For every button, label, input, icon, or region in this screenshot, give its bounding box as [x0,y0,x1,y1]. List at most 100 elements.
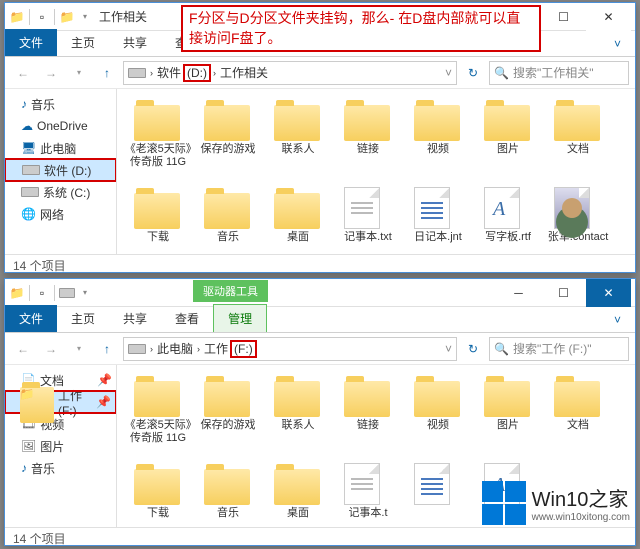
folder-icon [554,375,602,417]
file-item[interactable]: 记事本.txt [333,183,403,254]
pin-icon[interactable]: 📌 [97,373,112,387]
folder-small-icon: 📁 [59,9,75,25]
ribbon-expand-button[interactable]: ˅ [600,32,635,56]
file-item[interactable]: 链接 [333,95,403,183]
file-item[interactable]: 音乐 [193,183,263,254]
properties-icon[interactable]: ▫ [34,285,50,301]
titlebar[interactable]: 📁 ▫ ▾ 工作 (F:) ─ ☐ ✕ [5,279,635,307]
file-item[interactable]: 桌面 [263,459,333,527]
folder-icon: 📁 [9,285,25,301]
sidebar-item-label: 软件 (D:) [44,162,91,179]
file-item[interactable]: 联系人 [263,95,333,183]
file-item[interactable]: 日记本.jnt [403,183,473,254]
close-button[interactable]: ✕ [586,3,631,31]
maximize-button[interactable]: ☐ [541,3,586,31]
folder-icon [484,375,532,417]
tab-share[interactable]: 共享 [109,305,161,332]
sidebar-item[interactable]: 软件 (D:) [5,159,116,181]
properties-icon[interactable]: ▫ [34,9,50,25]
tab-manage[interactable]: 管理 [213,304,267,332]
sidebar-item[interactable]: ♪音乐 [5,457,116,479]
file-item[interactable]: 视频 [403,95,473,183]
tab-home[interactable]: 主页 [57,29,109,56]
search-input[interactable]: 🔍搜索"工作相关" [489,61,629,85]
status-bar: 14 个项目 [5,527,635,549]
file-item[interactable]: 下载 [123,459,193,527]
address-bar[interactable]: › 此电脑 › 工作 (F:) ˅ [123,337,457,361]
file-item[interactable]: 联系人 [263,371,333,459]
back-button[interactable]: ← [11,61,35,85]
file-item-label: 保存的游戏 [201,143,256,156]
back-button[interactable]: ← [11,337,35,361]
file-item[interactable]: 链接 [333,371,403,459]
sidebar-item-label: 工作 (F:) [58,387,92,418]
file-item[interactable]: 文档 [543,371,613,459]
breadcrumb-seg[interactable]: 软件 [157,64,181,81]
address-dropdown-icon[interactable]: ˅ [445,342,452,356]
file-item-label: 张军.contact [548,231,609,244]
breadcrumb-seg-highlighted[interactable]: (D:) [185,66,209,80]
chevron-down-icon[interactable]: ▾ [77,9,93,25]
sidebar-item[interactable]: 系统 (C:) [5,181,116,203]
chevron-right-icon[interactable]: › [197,344,200,354]
close-button[interactable]: ✕ [586,279,631,307]
tab-view[interactable]: 查看 [161,305,213,332]
file-item[interactable]: 视频 [403,371,473,459]
file-item[interactable]: 张军.contact [543,183,613,254]
sidebar-item-label: OneDrive [37,119,88,133]
ribbon-expand-button[interactable]: ˅ [600,308,635,332]
contextual-tab-header: 驱动器工具 [193,280,268,302]
breadcrumb-seg[interactable]: 工作相关 [220,64,268,81]
file-item[interactable]: 桌面 [263,183,333,254]
file-item[interactable]: 《老滚5天际》传奇版 11G [123,95,193,183]
file-item[interactable]: A写字板.rtf [473,183,543,254]
file-item[interactable]: 《老滚5天际》传奇版 11G [123,371,193,459]
up-button[interactable]: ↑ [95,337,119,361]
pin-icon[interactable]: 📌 [96,395,111,409]
breadcrumb-seg[interactable]: 此电脑 [157,340,193,357]
ribbon-tabs: 文件 主页 共享 查看 管理 ˅ [5,307,635,333]
file-item[interactable]: 图片 [473,371,543,459]
breadcrumb-seg[interactable]: 工作 [204,340,228,357]
history-button[interactable]: ▾ [67,337,91,361]
sidebar-item[interactable]: 🖼图片 [5,435,116,457]
content-pane[interactable]: 《老滚5天际》传奇版 11G 保存的游戏联系人链接视频 图片文档下载音乐桌面记事本.… [117,89,635,254]
file-item[interactable]: 下载 [123,183,193,254]
sidebar-item[interactable]: 📁工作 (F:)📌 [5,391,116,413]
file-item[interactable]: 保存的游戏 [193,371,263,459]
sidebar-item[interactable]: ☁OneDrive [5,115,116,137]
file-item-label: 记事本.t [348,507,387,520]
maximize-button[interactable]: ☐ [541,279,586,307]
tab-home[interactable]: 主页 [57,305,109,332]
refresh-button[interactable]: ↻ [461,61,485,85]
refresh-button[interactable]: ↻ [461,337,485,361]
tab-share[interactable]: 共享 [109,29,161,56]
forward-button[interactable]: → [39,337,63,361]
address-bar[interactable]: › 软件 (D:) › 工作相关 ˅ [123,61,457,85]
sidebar-item[interactable]: 🖥此电脑 [5,137,116,159]
file-item[interactable]: 音乐 [193,459,263,527]
file-item[interactable]: 记事本.t [333,459,403,527]
file-item[interactable] [403,459,473,527]
sidebar-item[interactable]: 🌐网络 [5,203,116,225]
file-item[interactable]: 保存的游戏 [193,95,263,183]
up-button[interactable]: ↑ [95,61,119,85]
history-button[interactable]: ▾ [67,61,91,85]
tab-file[interactable]: 文件 [5,305,57,332]
file-item[interactable]: 文档 [543,95,613,183]
forward-button[interactable]: → [39,61,63,85]
file-item[interactable]: 图片 [473,95,543,183]
chevron-right-icon[interactable]: › [150,344,153,354]
chevron-down-icon[interactable]: ▾ [77,285,93,301]
chevron-right-icon[interactable]: › [213,68,216,78]
chevron-right-icon[interactable]: › [150,68,153,78]
separator [29,9,30,25]
sidebar-item[interactable]: ♪音乐 [5,93,116,115]
address-dropdown-icon[interactable]: ˅ [445,66,452,80]
file-item-label: 视频 [427,143,449,156]
search-input[interactable]: 🔍搜索"工作 (F:)" [489,337,629,361]
breadcrumb-seg-highlighted[interactable]: (F:) [232,342,255,356]
separator [29,285,30,301]
tab-file[interactable]: 文件 [5,29,57,56]
minimize-button[interactable]: ─ [496,279,541,307]
